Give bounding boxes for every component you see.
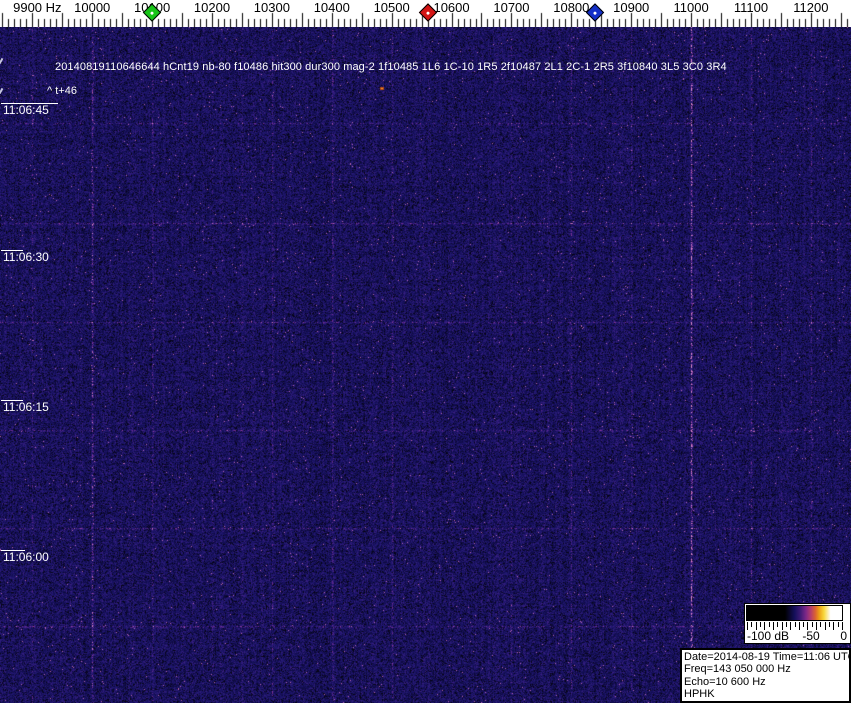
legend-tick — [833, 622, 834, 630]
freq-tick-label: 10600 — [433, 1, 469, 14]
freq-tick-label: 10400 — [314, 1, 350, 14]
time-label: 11:06:30 — [3, 251, 49, 264]
time-cursor-label: ^ t+46 — [47, 85, 77, 97]
legend-tick — [777, 622, 778, 627]
colorbar-label-max: 0 — [840, 630, 847, 643]
freq-tick-label: 11000 — [674, 1, 709, 14]
legend-tick — [760, 622, 761, 627]
time-label: 11:06:45 — [3, 104, 49, 117]
legend-tick — [795, 622, 796, 627]
legend-tick — [803, 622, 804, 627]
time-label: 11:06:15 — [3, 401, 49, 414]
info-line: HPHK — [684, 688, 847, 700]
meteor-echo-spectrogram-app: 9900 Hz100001010010200103001040010500106… — [0, 0, 851, 703]
legend-tick — [769, 622, 770, 627]
legend-tick — [829, 622, 830, 627]
colorbar-label-mid: -50 — [802, 630, 819, 643]
observation-info-box: Date=2014-08-19 Time=11:06 UTCFreq=143 0… — [680, 648, 851, 703]
marker-center-dot — [425, 10, 429, 14]
marker-center-dot — [150, 10, 154, 14]
legend-tick — [799, 622, 800, 630]
colorbar-gradient — [746, 605, 843, 621]
spectrogram-waterfall[interactable] — [0, 27, 851, 703]
freq-tick-label: 11200 — [793, 1, 828, 14]
info-line: Date=2014-08-19 Time=11:06 UTC — [684, 651, 847, 663]
legend-tick — [838, 622, 839, 627]
freq-tick-label: 10000 — [74, 1, 110, 14]
legend-tick — [790, 622, 791, 630]
legend-tick — [825, 622, 826, 630]
freq-tick-label: 11100 — [734, 1, 768, 14]
marker-center-dot — [593, 10, 597, 14]
freq-tick-label: 10700 — [493, 1, 529, 14]
legend-tick — [820, 622, 821, 627]
legend-tick — [751, 622, 752, 627]
observation-info-lines: Date=2014-08-19 Time=11:06 UTCFreq=143 0… — [684, 651, 847, 701]
legend-tick — [812, 622, 813, 627]
colorbar-label-min: -100 dB — [747, 630, 789, 643]
freq-tick-label: 10200 — [194, 1, 230, 14]
freq-tick-label: 9900 Hz — [13, 1, 61, 14]
freq-tick-label: 10500 — [374, 1, 410, 14]
colorbar-legend: -100 dB -50 0 — [744, 603, 851, 644]
freq-tick-label: 10900 — [613, 1, 649, 14]
time-label: 11:06:00 — [3, 551, 49, 564]
info-line: Freq=143 050 000 Hz — [684, 663, 847, 675]
detection-parameters-text: 20140819110646644 hCnt19 nb-80 f10486 hi… — [55, 61, 727, 73]
info-line: Echo=10 600 Hz — [684, 676, 847, 688]
legend-tick — [786, 622, 787, 627]
frequency-ruler: 9900 Hz100001010010200103001040010500106… — [0, 0, 851, 27]
freq-tick-label: 10800 — [553, 1, 589, 14]
freq-tick-label: 10300 — [254, 1, 290, 14]
